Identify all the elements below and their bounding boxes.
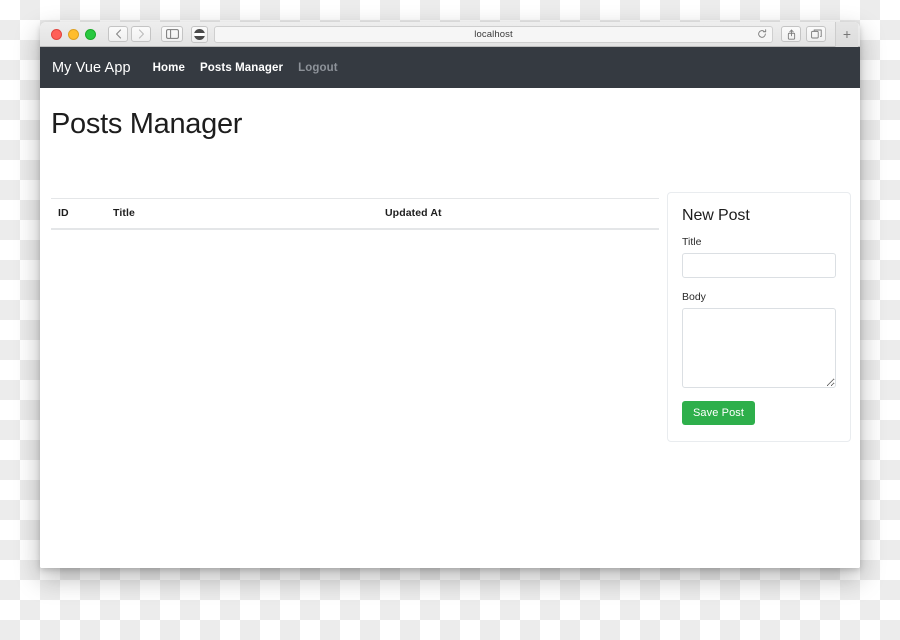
- toolbar-right-buttons: +: [781, 22, 858, 47]
- content-blocker-button[interactable]: [191, 25, 208, 43]
- page-content: Posts Manager ID Title Updated At New Po…: [40, 88, 860, 568]
- browser-toolbar: localhost +: [40, 22, 860, 47]
- page-title: Posts Manager: [51, 108, 243, 140]
- share-button[interactable]: [781, 26, 801, 42]
- column-header-updated-at[interactable]: Updated At: [385, 198, 659, 230]
- address-bar[interactable]: localhost: [214, 25, 773, 43]
- close-window-button[interactable]: [51, 28, 62, 40]
- browser-window: localhost + My Vue App Home Posts Manage…: [40, 22, 860, 568]
- sidebar-toggle-button[interactable]: [161, 26, 183, 42]
- chevron-right-icon: [138, 29, 144, 39]
- posts-table-head: ID Title Updated At: [51, 198, 659, 230]
- navbar-brand[interactable]: My Vue App: [52, 60, 131, 76]
- save-post-button[interactable]: Save Post: [682, 401, 756, 425]
- show-tabs-button[interactable]: [806, 26, 826, 42]
- table-header-row: ID Title Updated At: [51, 198, 659, 230]
- body-field-label: Body: [682, 291, 706, 303]
- minimize-window-button[interactable]: [68, 28, 79, 40]
- column-header-title[interactable]: Title: [113, 198, 385, 230]
- new-post-card: New Post Title Body Save Post: [667, 192, 851, 442]
- back-button[interactable]: [108, 26, 128, 42]
- maximize-window-button[interactable]: [85, 28, 96, 40]
- share-icon: [787, 29, 795, 40]
- forward-button[interactable]: [131, 26, 151, 42]
- body-textarea[interactable]: [682, 308, 836, 388]
- url-text: localhost: [474, 28, 513, 40]
- nav-link-home[interactable]: Home: [153, 62, 185, 74]
- navigation-buttons: [108, 26, 151, 42]
- column-header-id[interactable]: ID: [51, 198, 113, 230]
- new-tab-button[interactable]: +: [835, 22, 858, 47]
- nav-link-posts-manager[interactable]: Posts Manager: [200, 62, 283, 74]
- app-navbar: My Vue App Home Posts Manager Logout: [40, 47, 860, 88]
- title-input[interactable]: [682, 253, 836, 278]
- title-field-label: Title: [682, 236, 702, 248]
- new-tab-label: +: [842, 26, 852, 42]
- navbar-links: Home Posts Manager Logout: [153, 62, 338, 74]
- address-bar-area: localhost: [191, 25, 773, 43]
- chevron-left-icon: [115, 29, 121, 39]
- window-traffic-lights: [51, 28, 96, 40]
- content-blocker-icon: [194, 28, 205, 40]
- new-post-heading: New Post: [682, 207, 750, 224]
- posts-table: ID Title Updated At: [51, 198, 659, 230]
- reload-button[interactable]: [757, 29, 767, 39]
- sidebar-toggle-icon: [165, 29, 179, 39]
- reload-icon: [758, 29, 767, 38]
- nav-link-logout[interactable]: Logout: [298, 62, 338, 74]
- show-tabs-icon: [810, 29, 822, 39]
